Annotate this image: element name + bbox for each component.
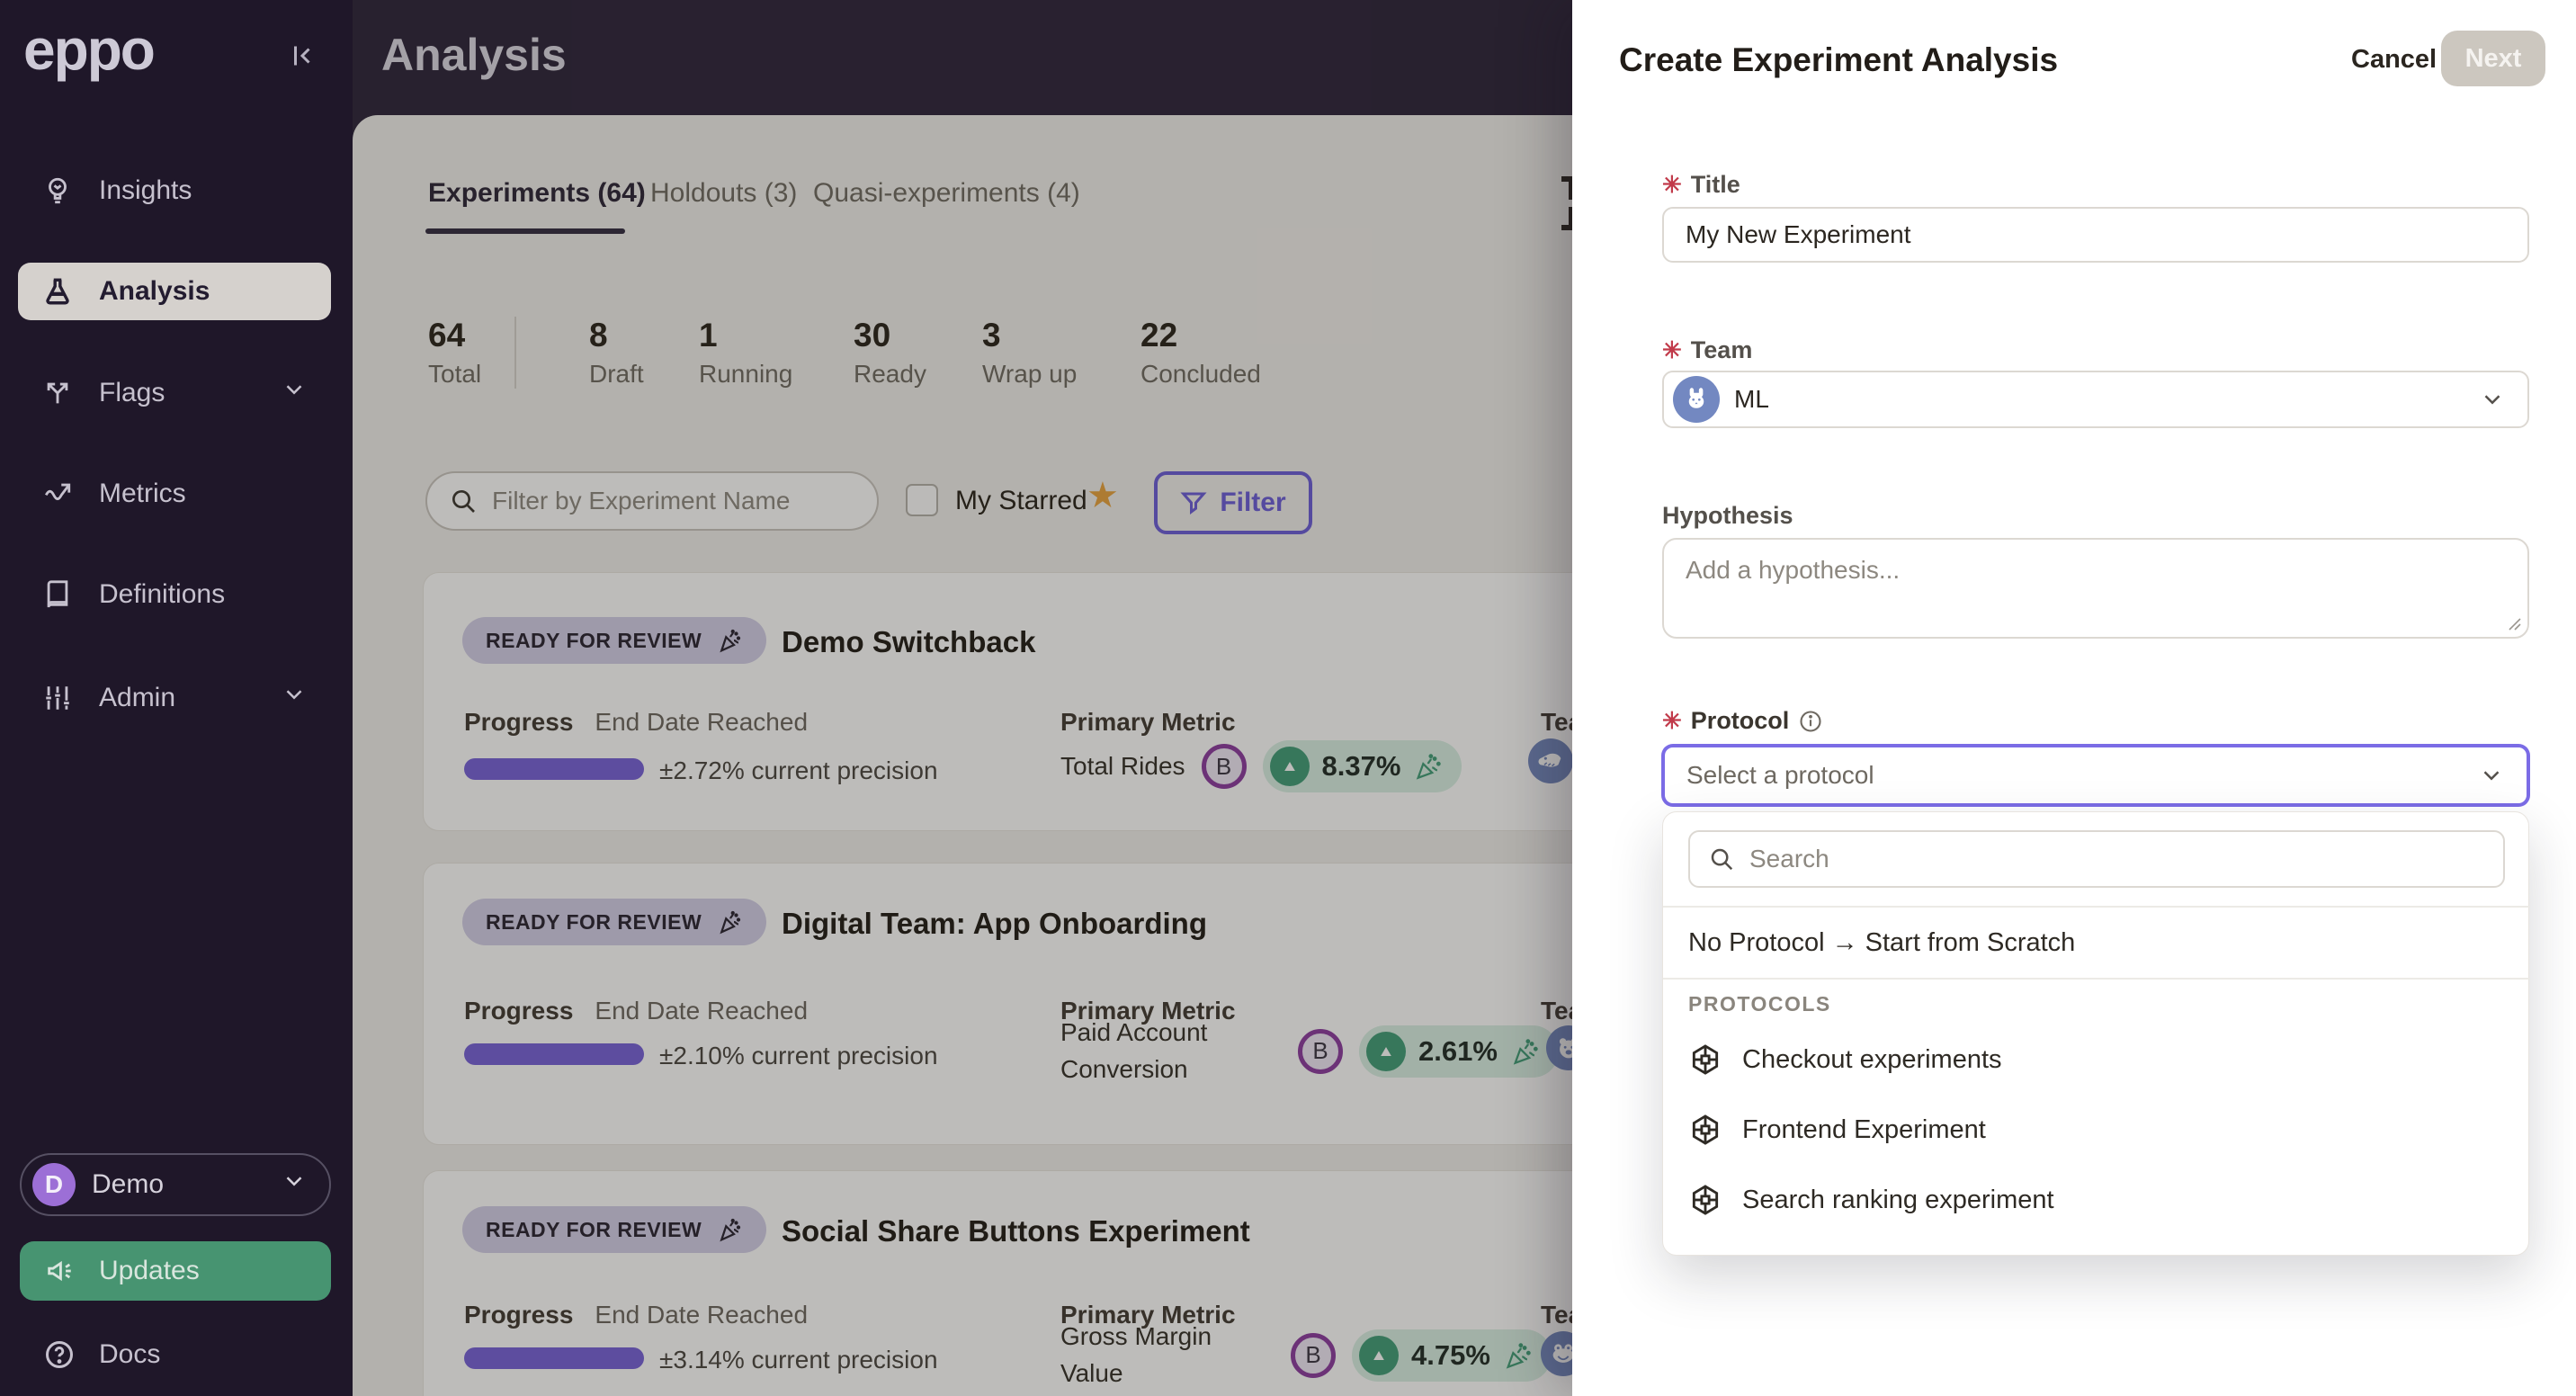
sidebar-item-definitions[interactable]: Definitions: [18, 566, 331, 623]
workspace-switcher[interactable]: D Demo: [20, 1153, 331, 1216]
workspace-name: Demo: [92, 1169, 164, 1200]
team-select[interactable]: ML: [1662, 371, 2529, 428]
team-field-label: ✳ Team: [1662, 336, 1752, 364]
sidebar-item-insights[interactable]: Insights: [18, 162, 331, 219]
resize-handle-icon[interactable]: [2506, 615, 2522, 636]
protocol-hexagon-icon: [1688, 1183, 1722, 1217]
sidebar-item-label: Admin: [99, 683, 175, 713]
field-label-text: Hypothesis: [1662, 502, 1793, 530]
option-frontend-experiment[interactable]: Frontend Experiment: [1663, 1100, 2530, 1159]
option-label: Checkout experiments: [1742, 1045, 2002, 1075]
chevron-down-icon: [281, 376, 308, 410]
updates-label: Updates: [99, 1256, 200, 1286]
option-search-ranking-experiment[interactable]: Search ranking experiment: [1663, 1170, 2530, 1230]
team-select-value: ML: [1734, 385, 1769, 414]
title-input[interactable]: [1662, 207, 2529, 263]
sidebar-item-flags[interactable]: Flags: [18, 364, 331, 422]
docs-label: Docs: [99, 1339, 160, 1370]
sliders-icon: [41, 683, 74, 713]
protocol-field-label: ✳ Protocol: [1662, 707, 1823, 735]
field-label-text: Title: [1691, 171, 1740, 199]
llama-icon: [1680, 383, 1713, 416]
chevron-down-icon: [281, 681, 308, 715]
lightbulb-icon: [41, 175, 74, 206]
sidebar-item-admin[interactable]: Admin: [18, 669, 331, 727]
create-experiment-analysis-drawer: Create Experiment Analysis Cancel Next ✳…: [1572, 0, 2576, 1396]
flask-icon: [41, 276, 74, 307]
app-window: eppo Insights Analysis Flags: [0, 0, 2576, 1396]
workspace-avatar: D: [32, 1163, 76, 1206]
protocol-hexagon-icon: [1688, 1043, 1722, 1077]
sidebar-item-label: Insights: [99, 175, 192, 206]
next-button[interactable]: Next: [2441, 31, 2545, 86]
sidebar-item-label: Definitions: [99, 579, 225, 610]
protocol-search-input[interactable]: [1749, 845, 2503, 873]
sidebar: eppo Insights Analysis Flags: [0, 0, 353, 1396]
chevron-down-icon: [2479, 386, 2506, 413]
search-icon: [1708, 846, 1735, 872]
title-field-label: ✳ Title: [1662, 171, 1740, 199]
dropdown-divider: [1663, 906, 2530, 908]
protocol-select[interactable]: Select a protocol: [1662, 745, 2529, 806]
sidebar-item-metrics[interactable]: Metrics: [18, 465, 331, 523]
info-icon[interactable]: [1798, 709, 1823, 734]
chevron-down-icon: [2478, 762, 2505, 789]
option-label: Search ranking experiment: [1742, 1186, 2054, 1215]
protocols-section-label: PROTOCOLS: [1688, 992, 1831, 1016]
ml-team-avatar: [1673, 376, 1720, 423]
hypothesis-textarea[interactable]: [1662, 538, 2529, 639]
field-label-text: Protocol: [1691, 707, 1790, 735]
megaphone-icon: [43, 1256, 76, 1286]
required-asterisk-icon: ✳: [1662, 336, 1682, 364]
hypothesis-field-label: Hypothesis: [1662, 502, 1793, 530]
docs-link[interactable]: Docs: [20, 1328, 331, 1382]
sidebar-item-label: Flags: [99, 378, 165, 408]
option-label: Frontend Experiment: [1742, 1115, 1986, 1145]
book-icon: [41, 579, 74, 610]
sidebar-item-label: Metrics: [99, 479, 186, 509]
cancel-button[interactable]: Cancel: [2351, 45, 2437, 75]
option-checkout-experiments[interactable]: Checkout experiments: [1663, 1030, 2530, 1089]
trend-line-icon: [41, 479, 74, 509]
drawer-title: Create Experiment Analysis: [1619, 41, 2058, 79]
dropdown-divider: [1663, 978, 2530, 980]
collapse-icon: [286, 40, 318, 72]
sidebar-item-label: Analysis: [99, 276, 210, 307]
help-circle-icon: [43, 1338, 76, 1371]
chevron-down-icon: [281, 1168, 308, 1202]
hypothesis-field-wrap: [1662, 538, 2529, 643]
collapse-sidebar-button[interactable]: [286, 40, 318, 76]
required-asterisk-icon: ✳: [1662, 171, 1682, 199]
protocol-dropdown-menu: No Protocol → Start from Scratch PROTOCO…: [1662, 811, 2529, 1256]
protocol-select-placeholder: Select a protocol: [1686, 761, 1874, 790]
field-label-text: Team: [1691, 336, 1753, 364]
protocol-hexagon-icon: [1688, 1113, 1722, 1147]
sidebar-item-analysis[interactable]: Analysis: [18, 263, 331, 320]
branch-split-icon: [41, 378, 74, 408]
protocol-search-box: [1688, 830, 2505, 888]
required-asterisk-icon: ✳: [1662, 707, 1682, 735]
eppo-logo: eppo: [23, 16, 154, 83]
updates-button[interactable]: Updates: [20, 1241, 331, 1301]
option-no-protocol[interactable]: No Protocol → Start from Scratch: [1663, 913, 2530, 972]
